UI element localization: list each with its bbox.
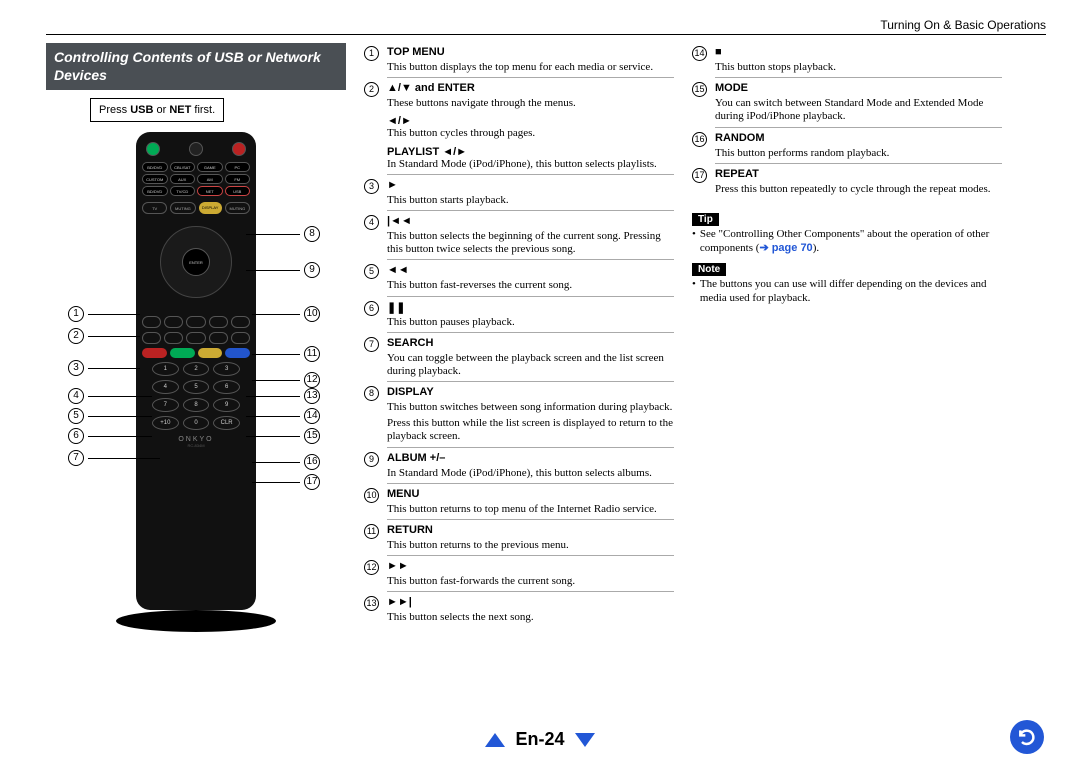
tip-label: Tip xyxy=(692,213,719,226)
callout-17: 17 xyxy=(252,474,320,490)
page-prev-icon[interactable] xyxy=(485,733,505,747)
back-button[interactable] xyxy=(1010,720,1044,754)
model-label: RC-834M xyxy=(142,443,250,448)
callout-12: 12 xyxy=(252,372,320,388)
callout-4: 4 xyxy=(68,388,152,404)
callout-11: 11 xyxy=(252,346,320,362)
callout-8: 8 xyxy=(246,226,320,242)
callout-16: 16 xyxy=(252,454,320,470)
description-column-2: 14■This button stops playback. 15MODEYou… xyxy=(692,43,1002,306)
callout-3: 3 xyxy=(68,360,140,376)
power-led-icon xyxy=(189,142,203,156)
callout-14: 14 xyxy=(246,408,320,424)
header-section: Turning On & Basic Operations xyxy=(880,18,1046,32)
callout-9: 9 xyxy=(246,262,320,278)
page-next-icon[interactable] xyxy=(575,733,595,747)
tip-text: • See "Controlling Other Components" abo… xyxy=(692,228,1002,256)
page-number: En-24 xyxy=(515,729,564,750)
callout-1: 1 xyxy=(68,306,140,322)
brand-label: ONKYO xyxy=(142,436,250,443)
undo-icon xyxy=(1017,727,1037,747)
header-rule xyxy=(46,34,1046,35)
note-label: Note xyxy=(692,263,726,276)
section-title: Controlling Contents of USB or Network D… xyxy=(46,43,346,90)
callout-6: 6 xyxy=(68,428,152,444)
remote-illustration: BD/DVDCBL/SATGAMEPC CUSTOMAUXAMFM BD/DVD… xyxy=(46,132,346,672)
note-text: •The buttons you can use will differ dep… xyxy=(692,278,1002,306)
callout-7: 7 xyxy=(68,450,160,466)
power-off-icon xyxy=(232,142,246,156)
callout-2: 2 xyxy=(68,328,140,344)
callout-5: 5 xyxy=(68,408,152,424)
callout-10: 10 xyxy=(252,306,320,322)
description-column-1: 1TOP MENUThis button displays the top me… xyxy=(364,43,674,632)
press-first-box: Press USB or NET first. xyxy=(90,98,224,122)
power-on-icon xyxy=(146,142,160,156)
page-link[interactable]: ➔ page 70 xyxy=(759,242,812,254)
enter-button: ENTER xyxy=(182,248,210,276)
device-grid: BD/DVDCBL/SATGAMEPC CUSTOMAUXAMFM BD/DVD… xyxy=(142,162,250,196)
remote-body: BD/DVDCBL/SATGAMEPC CUSTOMAUXAMFM BD/DVD… xyxy=(136,132,256,610)
remote-stand xyxy=(116,610,276,632)
callout-15: 15 xyxy=(246,428,320,444)
page-footer: En-24 xyxy=(0,729,1080,750)
callout-13: 13 xyxy=(246,388,320,404)
